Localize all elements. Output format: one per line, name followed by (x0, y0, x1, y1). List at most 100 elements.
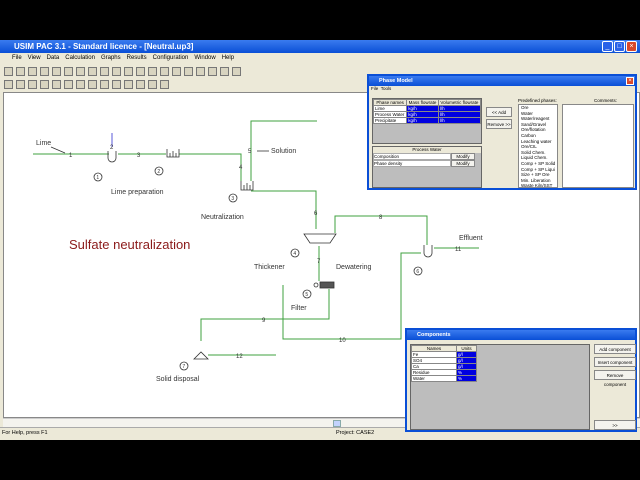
toolbar-button-icon[interactable] (136, 79, 145, 89)
unit-number-1: 1 (96, 175, 99, 181)
list-item[interactable]: Waste Kiln/SST (521, 183, 557, 187)
window-title: USIM PAC 3.1 - Standard licence - [Neutr… (14, 42, 194, 51)
stream-label-4: 4 (239, 165, 243, 171)
add-component-button[interactable]: Add component (594, 344, 636, 354)
property-name: Phase density (373, 160, 451, 167)
toolbar-button-icon[interactable] (148, 66, 157, 76)
property-row: Composition Modify (373, 153, 481, 160)
menu-graphs[interactable]: Graphs (101, 55, 121, 61)
toolbar-button-icon[interactable] (64, 79, 73, 89)
stream-6 (251, 190, 317, 229)
menu-window[interactable]: Window (194, 55, 215, 61)
unit-number-4: 4 (293, 251, 296, 257)
toolbar-button-icon[interactable] (76, 79, 85, 89)
maximize-button[interactable]: □ (614, 41, 625, 52)
stream-label-7: 7 (317, 259, 321, 265)
table-cell[interactable]: Precipitate (372, 117, 408, 124)
toolbar-button-icon[interactable] (232, 66, 241, 76)
menu-results[interactable]: Results (127, 55, 147, 61)
title-bar: USIM PAC 3.1 - Standard licence - [Neutr… (0, 40, 640, 53)
table-cell[interactable]: Water (411, 375, 457, 382)
phase-model-title: Phase Model (369, 76, 635, 86)
toolbar-button-icon[interactable] (112, 79, 121, 89)
table-cell[interactable]: l/h (437, 117, 482, 124)
table-row[interactable]: Water% (411, 375, 477, 382)
menu-data[interactable]: Data (47, 55, 60, 61)
menu-calculation[interactable]: Calculation (65, 55, 95, 61)
toolbar-button-icon[interactable] (196, 66, 205, 76)
menu-help[interactable]: Help (222, 55, 234, 61)
modify-button[interactable]: Modify (451, 153, 475, 160)
phase-properties: Process Water Composition Modify Phase den… (372, 146, 482, 188)
comments-label: Comments: (594, 98, 618, 103)
toolbar-button-icon[interactable] (16, 79, 25, 89)
toolbar-button-icon[interactable] (52, 66, 61, 76)
label-solid-disposal: Solid disposal (156, 376, 200, 383)
modify-button[interactable]: Modify (451, 160, 475, 167)
property-name: Composition (373, 153, 451, 160)
phase-table: Phase names Mass flowrate Volumetric flowr… (372, 98, 482, 144)
toolbar-button-icon[interactable] (160, 79, 169, 89)
unit-number-6: 6 (416, 269, 419, 275)
toolbar-button-icon[interactable] (76, 66, 85, 76)
toolbar-button-icon[interactable] (184, 66, 193, 76)
unit-number-7: 7 (182, 364, 185, 370)
minimize-button[interactable]: _ (602, 41, 613, 52)
menu-view[interactable]: View (28, 55, 41, 61)
remove-phase-button[interactable]: Remove >> (486, 119, 512, 129)
toolbar-button-icon[interactable] (28, 79, 37, 89)
toolbar-button-icon[interactable] (100, 66, 109, 76)
add-phase-button[interactable]: << Add (486, 107, 512, 117)
label-solution: Solution (271, 148, 296, 155)
label-neutralization: Neutralization (201, 214, 244, 221)
toolbar-button-icon[interactable] (220, 66, 229, 76)
toolbar-button-icon[interactable] (88, 66, 97, 76)
unit-2-tank (166, 149, 180, 158)
toolbar-button-icon[interactable] (112, 66, 121, 76)
toolbar-button-icon[interactable] (40, 79, 49, 89)
table-row[interactable]: Precipitate kg/h l/h (372, 117, 482, 124)
label-effluent: Effluent (459, 235, 483, 242)
menu-file[interactable]: File (12, 55, 22, 61)
unit-6-mixer (423, 245, 433, 258)
toolbar-button-icon[interactable] (52, 79, 61, 89)
stream-label-2: 2 (110, 145, 114, 151)
status-help: For Help, press F1 (2, 430, 48, 436)
menu-tools[interactable]: Tools (381, 86, 392, 91)
comments-textarea[interactable] (562, 104, 634, 188)
menu-file[interactable]: File (371, 86, 378, 91)
toolbar-button-icon[interactable] (4, 66, 13, 76)
toolbar-button-icon[interactable] (40, 66, 49, 76)
toolbar-button-icon[interactable] (136, 66, 145, 76)
label-thickener: Thickener (254, 264, 285, 271)
toolbar-button-icon[interactable] (148, 79, 157, 89)
toolbar-button-icon[interactable] (124, 79, 133, 89)
unit-5-filter (319, 281, 335, 289)
unit-4-thickener (303, 233, 337, 244)
status-project: Project: CASE2 (336, 430, 375, 436)
remove-component-button[interactable]: Remove component (594, 370, 636, 387)
table-cell[interactable]: kg/h (406, 117, 439, 124)
label-filter: Filter (291, 305, 307, 312)
toolbar-button-icon[interactable] (16, 66, 25, 76)
toolbar-button-icon[interactable] (160, 66, 169, 76)
stream-label-11: 11 (455, 247, 462, 253)
predefined-phases-list[interactable]: Ore Water Water/reagent Sand/Gravel Ore/flot… (518, 104, 558, 188)
toolbar-button-icon[interactable] (64, 66, 73, 76)
toolbar-button-icon[interactable] (208, 66, 217, 76)
menu-configuration[interactable]: Configuration (153, 55, 189, 61)
toolbar-button-icon[interactable] (28, 66, 37, 76)
toolbar-button-icon[interactable] (100, 79, 109, 89)
toolbar-button-icon[interactable] (172, 66, 181, 76)
close-icon[interactable]: × (626, 77, 634, 85)
toolbar-button-icon[interactable] (4, 79, 13, 89)
toolbar-button-icon[interactable] (88, 79, 97, 89)
table-cell[interactable]: Process Water (372, 111, 408, 118)
insert-component-button[interactable]: Insert component (594, 357, 636, 367)
list-item[interactable]: Comp + SP Solid (521, 161, 557, 167)
close-button[interactable]: × (626, 41, 637, 52)
table-cell[interactable]: % (456, 375, 477, 382)
toolbar-button-icon[interactable] (124, 66, 133, 76)
more-button[interactable]: >> (594, 420, 636, 430)
scrollbar-thumb[interactable] (333, 420, 341, 427)
